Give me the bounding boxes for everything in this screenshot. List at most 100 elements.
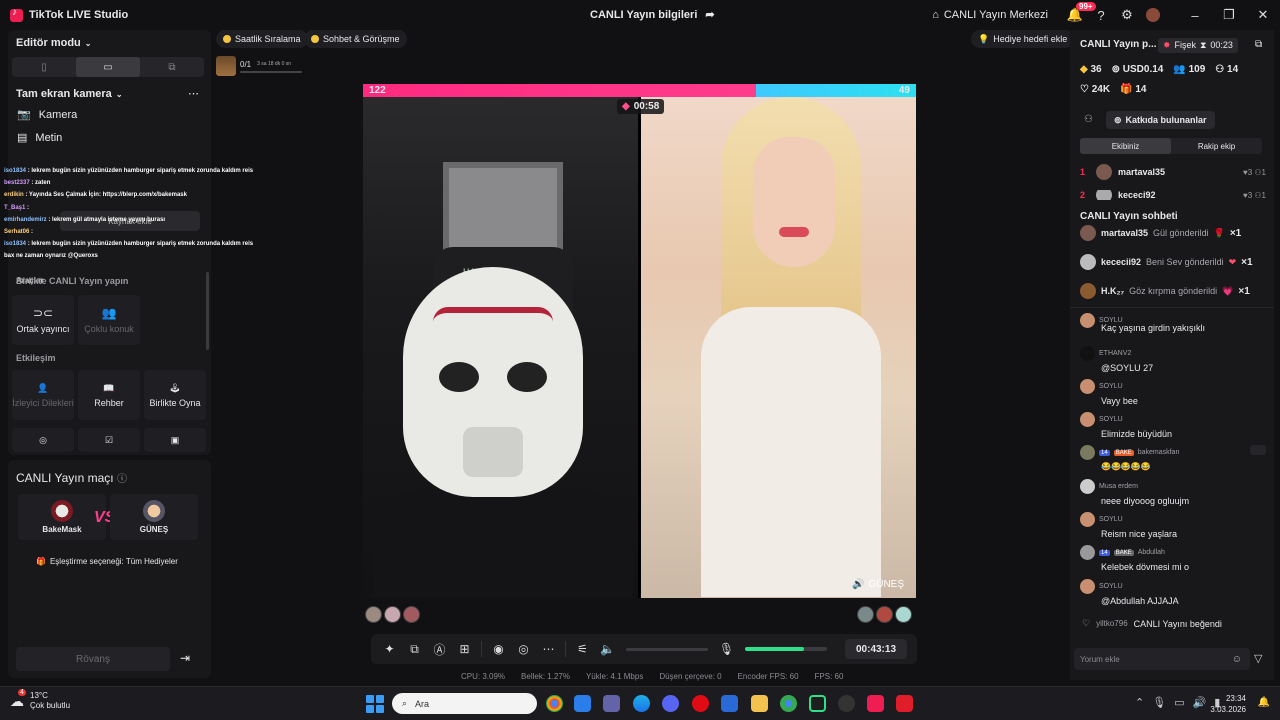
- profile-button[interactable]: [1140, 0, 1166, 30]
- notifications-button[interactable]: 🔔 99+: [1062, 0, 1096, 30]
- left-panel-scrollbar[interactable]: [206, 272, 209, 350]
- chat-user: SOYLU: [1099, 416, 1123, 423]
- ranking-row[interactable]: 1 martaval35 ♥3 ⚇1: [1080, 164, 1266, 180]
- microphone-icon[interactable]: 🎙: [714, 642, 739, 656]
- overlay-chat-text: bax ne zaman oynarız @Queroxs: [4, 253, 98, 260]
- live-center-button[interactable]: ⌂ CANLI Yayın Merkezi: [932, 9, 1048, 21]
- volume-icon[interactable]: 🔊: [1193, 696, 1207, 709]
- speaker-icon[interactable]: 🔈: [595, 642, 620, 656]
- mic-level-slider[interactable]: [745, 647, 827, 651]
- more-options-icon[interactable]: ⋯: [188, 87, 199, 100]
- info-icon[interactable]: ⓘ: [117, 474, 127, 485]
- people-icon: ⚇: [1215, 64, 1225, 75]
- taskbar-search[interactable]: ⌕ Ara: [392, 693, 537, 714]
- performance-stats: CPU: 3.09% Bellek: 1.27% Yükle: 4.1 Mbps…: [461, 672, 843, 681]
- avatar[interactable]: [384, 606, 401, 623]
- avatar[interactable]: [895, 606, 912, 623]
- tab-our-team[interactable]: Ekibiniz: [1080, 138, 1171, 154]
- link-icon: ⊃⊂: [32, 306, 54, 320]
- scene-dropdown[interactable]: Tam ekran kamera ⌄: [16, 88, 123, 100]
- mail-icon[interactable]: [721, 695, 738, 712]
- source-item-camera[interactable]: 📷 Kamera: [17, 108, 77, 122]
- chat-call-pill[interactable]: Sohbet & Görüşme: [304, 30, 407, 48]
- landscape-mode-icon[interactable]: ▭: [76, 57, 140, 77]
- chat-scroll-button[interactable]: [1250, 445, 1266, 455]
- interaction-tile-6[interactable]: ▣: [144, 428, 206, 452]
- store-icon[interactable]: [574, 695, 591, 712]
- effects-icon[interactable]: ⧉: [402, 642, 427, 657]
- obs-icon[interactable]: [838, 695, 855, 712]
- microphone-icon[interactable]: 🎙: [1152, 696, 1166, 709]
- play-together-button[interactable]: 🕹 Birlikte Oyna: [144, 370, 206, 420]
- tab-rival-team[interactable]: Rakip ekip: [1171, 138, 1262, 154]
- record-icon[interactable]: ◉: [486, 642, 511, 656]
- maximize-button[interactable]: ❐: [1212, 0, 1246, 30]
- more-icon[interactable]: ⋯: [536, 642, 561, 656]
- monitor-icon[interactable]: ▭: [1174, 696, 1184, 709]
- add-gift-goal-button[interactable]: 💡 Hediye hedefi ekle: [971, 30, 1075, 48]
- exit-icon[interactable]: ⇥: [180, 651, 190, 665]
- filter-icon[interactable]: ▽: [1254, 652, 1262, 665]
- opera-icon[interactable]: [692, 695, 709, 712]
- minimize-button[interactable]: –: [1178, 0, 1212, 30]
- live-info-button[interactable]: CANLI Yayın bilgileri ➦: [590, 8, 715, 22]
- windows-start-icon[interactable]: [366, 695, 384, 713]
- comment-input[interactable]: Yorum ekle ☺: [1074, 648, 1250, 670]
- avatar[interactable]: [857, 606, 874, 623]
- discord-icon[interactable]: [662, 695, 679, 712]
- viewer-requests-button[interactable]: 👤 İzleyici Dilekleri: [12, 370, 74, 420]
- upload-stat: Yükle: 4.1 Mbps: [585, 672, 644, 681]
- live-preview[interactable]: HAWK 🔊 GÜNEŞ 122 49 ◆ 00:58: [363, 84, 916, 598]
- guests-icon: 👥: [101, 306, 117, 320]
- layout-add-icon[interactable]: ⊞: [452, 642, 477, 656]
- magic-wand-icon[interactable]: ✦: [377, 642, 402, 656]
- weather-widget[interactable]: ☁ 4 13°C Çok bulutlu: [10, 688, 70, 711]
- avatar[interactable]: [403, 606, 420, 623]
- notification-center-icon[interactable]: 🔔: [1258, 697, 1270, 708]
- camera-switch-icon[interactable]: ◎: [511, 642, 536, 656]
- chat-message: SOYLU @Abdullah AJJAJA: [1080, 579, 1266, 606]
- user-add-icon[interactable]: ⚇: [1084, 114, 1093, 125]
- stats-row-2: ♡ 24K 🎁 14: [1080, 84, 1146, 95]
- guide-button[interactable]: 📖 Rehber: [78, 370, 140, 420]
- sliders-icon[interactable]: ⚟: [570, 642, 595, 656]
- fisek-badge[interactable]: ✸ Fişek ⧗ 00:23: [1158, 38, 1238, 53]
- interaction-tile-4[interactable]: ◎: [12, 428, 74, 452]
- app-icon[interactable]: [809, 695, 826, 712]
- editor-mode-dropdown[interactable]: Editör modu ⌄: [16, 37, 91, 49]
- multi-guest-button[interactable]: 👥 Çoklu konuk: [78, 295, 140, 345]
- portrait-mode-icon[interactable]: ▯: [12, 57, 76, 77]
- youtube-icon[interactable]: [896, 695, 913, 712]
- volume-slider[interactable]: [626, 647, 708, 651]
- gift-event: kececii92 Beni Sev gönderildi ❤ ×1: [1080, 254, 1270, 270]
- settings-button[interactable]: ⚙: [1114, 0, 1140, 30]
- clock[interactable]: 23:34 3.03.2026: [1210, 693, 1246, 715]
- overlay-chat-user: iso1834: [4, 168, 27, 174]
- edge-icon[interactable]: [633, 695, 650, 712]
- tiktok-studio-icon[interactable]: [867, 695, 884, 712]
- chevron-up-icon[interactable]: ⌃: [1135, 696, 1144, 709]
- hourly-ranking-pill[interactable]: Saatlik Sıralama: [216, 30, 308, 48]
- rematch-button[interactable]: Rövanş: [16, 647, 170, 671]
- contributors-button[interactable]: ⊚ Katkıda bulunanlar: [1106, 111, 1215, 129]
- folder-icon[interactable]: [751, 695, 768, 712]
- speaker-icon[interactable]: 🔊: [852, 579, 864, 590]
- gift-goal[interactable]: 0/1 3 sa 18 dk 0 sn: [216, 53, 306, 79]
- interaction-tile-5[interactable]: ☑: [78, 428, 140, 452]
- avatar[interactable]: [365, 606, 382, 623]
- overlay-chat-user: Serhat06: [4, 229, 30, 236]
- player-left: BakeMask: [18, 494, 106, 540]
- close-button[interactable]: ✕: [1246, 0, 1280, 30]
- ranking-row[interactable]: 2 kececi92 ♥3 ⚇1: [1080, 190, 1266, 200]
- source-item-text[interactable]: ▤ Metin: [17, 131, 62, 145]
- chrome-icon[interactable]: [546, 695, 563, 712]
- emoji-icon[interactable]: ☺: [1232, 654, 1242, 665]
- teams-icon[interactable]: [603, 695, 620, 712]
- co-host-button[interactable]: ⊃⊂ Ortak yayıncı: [12, 295, 74, 345]
- popout-icon[interactable]: ⧉: [1255, 39, 1262, 50]
- avatar: [1080, 283, 1096, 299]
- chrome-alt-icon[interactable]: [780, 695, 797, 712]
- ai-icon[interactable]: Ⓐ: [427, 641, 452, 658]
- avatar[interactable]: [876, 606, 893, 623]
- split-mode-icon[interactable]: ⧉: [140, 57, 204, 77]
